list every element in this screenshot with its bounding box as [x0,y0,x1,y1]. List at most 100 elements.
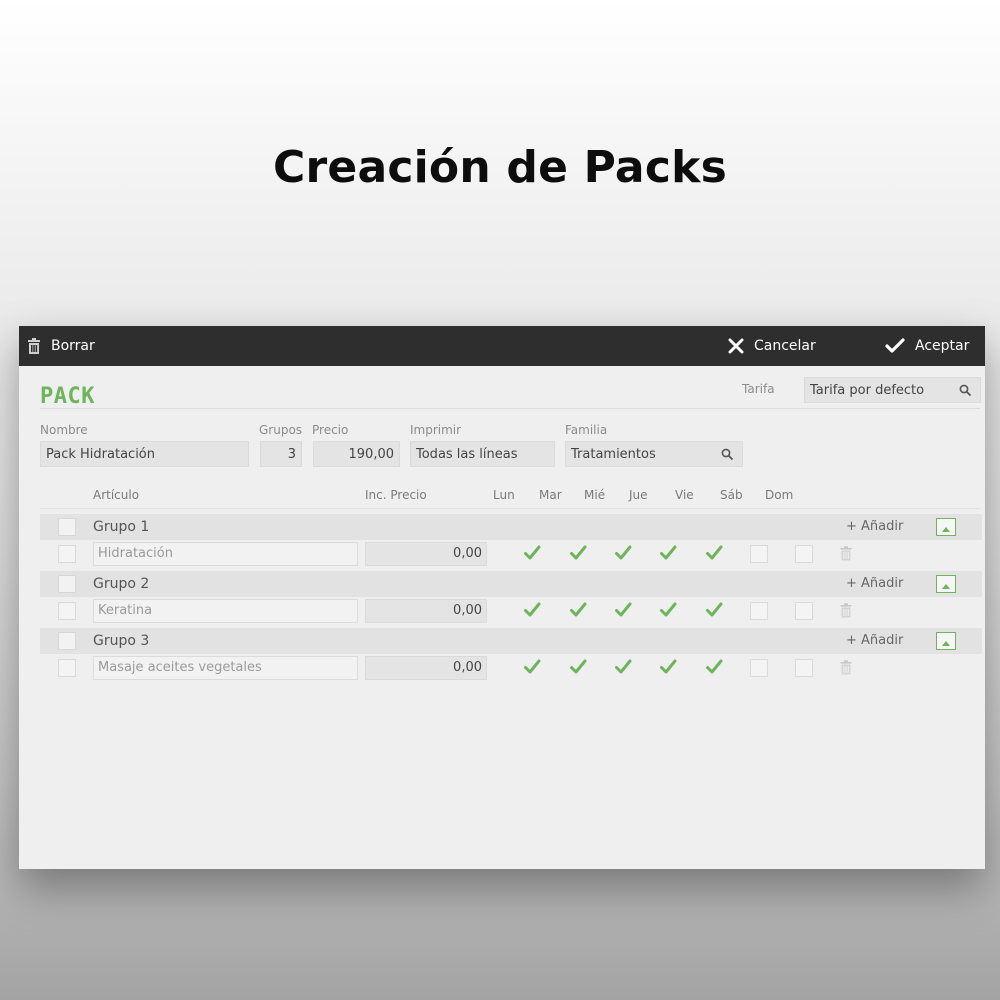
col-day-sab: Sáb [720,488,743,502]
checkmark-icon [569,545,587,566]
group-name: Grupo 1 [93,519,150,535]
tariff-field[interactable]: Tarifa por defecto [804,377,981,403]
collapse-button[interactable] [936,575,956,593]
item-article-field[interactable]: Keratina [93,599,358,623]
col-article: Artículo [93,488,140,502]
checkmark-icon [705,659,723,680]
group-checkbox[interactable] [58,518,76,536]
group-row: Grupo 1 + Añadir [40,514,982,540]
col-day-vie: Vie [675,488,694,502]
tariff-value: Tarifa por defecto [810,382,925,398]
day-checkbox-mar[interactable] [569,658,587,676]
accept-button[interactable]: Aceptar [885,326,969,366]
trash-icon [840,660,852,679]
checkmark-icon [523,602,541,623]
group-row: Grupo 2 + Añadir [40,571,982,597]
checkmark-icon [705,602,723,623]
item-row: Masaje aceites vegetales 0,00 [40,654,982,684]
print-label: Imprimir [410,423,462,437]
day-checkbox-vie[interactable] [705,601,723,619]
day-checkbox-dom[interactable] [795,602,813,620]
accept-label: Aceptar [915,338,970,354]
delete-item-button[interactable] [840,546,852,565]
checkmark-icon [659,545,677,566]
pack-editor-window: Borrar Cancelar Aceptar PACK Tarifa Tari… [19,326,985,869]
title-divider [40,408,980,409]
groups-field[interactable]: 3 [260,441,302,467]
add-item-button[interactable]: + Añadir [846,576,903,591]
day-checkbox-sáb[interactable] [750,602,768,620]
day-checkbox-vie[interactable] [705,658,723,676]
day-checkbox-lun[interactable] [523,658,541,676]
search-icon[interactable] [721,448,734,465]
group-row: Grupo 3 + Añadir [40,628,982,654]
day-checkbox-jue[interactable] [659,544,677,562]
header-divider [40,508,980,509]
day-checkbox-lun[interactable] [523,544,541,562]
groups-label: Grupos [259,423,303,437]
day-checkbox-mié[interactable] [614,658,632,676]
checkmark-icon [659,659,677,680]
name-field[interactable]: Pack Hidratación [40,441,249,467]
day-checkbox-jue[interactable] [659,601,677,619]
col-day-mar: Mar [539,488,562,502]
chevron-up-icon [941,575,951,594]
collapse-button[interactable] [936,632,956,650]
trash-icon [840,546,852,565]
delete-button[interactable]: Borrar [27,326,95,366]
family-field[interactable]: Tratamientos [565,441,743,467]
delete-label: Borrar [51,338,95,354]
add-item-button[interactable]: + Añadir [846,633,903,648]
item-inc-price-field[interactable]: 0,00 [365,656,487,680]
day-checkbox-lun[interactable] [523,601,541,619]
day-checkbox-sáb[interactable] [750,659,768,677]
item-article-field[interactable]: Hidratación [93,542,358,566]
group-name: Grupo 2 [93,576,150,592]
day-checkbox-mié[interactable] [614,544,632,562]
trash-icon [840,603,852,622]
group-checkbox[interactable] [58,575,76,593]
day-checkbox-dom[interactable] [795,545,813,563]
item-row: Keratina 0,00 [40,597,982,627]
collapse-button[interactable] [936,518,956,536]
delete-item-button[interactable] [840,603,852,622]
item-checkbox[interactable] [58,545,76,563]
checkmark-icon [614,545,632,566]
form-title: PACK [40,384,95,409]
family-label: Familia [565,423,608,437]
day-checkbox-sáb[interactable] [750,545,768,563]
price-label: Precio [312,423,349,437]
group-checkbox[interactable] [58,632,76,650]
print-select[interactable]: Todas las líneas [410,441,555,467]
checkmark-icon [569,602,587,623]
checkmark-icon [885,338,905,354]
checkmark-icon [614,602,632,623]
item-inc-price-field[interactable]: 0,00 [365,599,487,623]
cancel-button[interactable]: Cancelar [728,326,816,366]
item-row: Hidratación 0,00 [40,540,982,570]
group-name: Grupo 3 [93,633,150,649]
col-day-mie: Mié [584,488,606,502]
item-checkbox[interactable] [58,659,76,677]
day-checkbox-jue[interactable] [659,658,677,676]
day-checkbox-mar[interactable] [569,544,587,562]
day-checkbox-mar[interactable] [569,601,587,619]
checkmark-icon [659,602,677,623]
item-inc-price-field[interactable]: 0,00 [365,542,487,566]
day-checkbox-vie[interactable] [705,544,723,562]
chevron-up-icon [941,632,951,651]
checkmark-icon [705,545,723,566]
price-field[interactable]: 190,00 [313,441,400,467]
delete-item-button[interactable] [840,660,852,679]
day-checkbox-dom[interactable] [795,659,813,677]
item-article-field[interactable]: Masaje aceites vegetales [93,656,358,680]
day-checkbox-mié[interactable] [614,601,632,619]
add-item-button[interactable]: + Añadir [846,519,903,534]
tariff-label: Tarifa [742,382,775,396]
page-heading: Creación de Packs [273,142,727,193]
trash-icon [27,338,41,354]
item-checkbox[interactable] [58,602,76,620]
toolbar: Borrar Cancelar Aceptar [19,326,985,366]
col-day-dom: Dom [765,488,794,502]
search-icon[interactable] [959,384,972,401]
